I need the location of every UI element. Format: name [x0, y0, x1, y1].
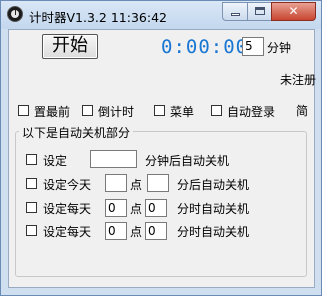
- maximize-button[interactable]: [247, 2, 272, 21]
- shutdown-daily-point-label: 点: [130, 202, 143, 216]
- clock-icon[interactable]: [7, 6, 23, 22]
- shutdown-today-hour-input[interactable]: [105, 174, 127, 192]
- shutdown-daily-suffix: 分时自动关机: [177, 202, 250, 216]
- shutdown-daily-2-label: 设定每天: [43, 225, 92, 239]
- auto-login-label: 自动登录: [227, 105, 276, 119]
- menu-checkbox[interactable]: [154, 105, 165, 116]
- shutdown-daily-2-point-label: 点: [130, 225, 143, 239]
- title-bar[interactable]: 计时器V1.3.2 11:36:42: [1, 1, 321, 29]
- countdown-label: 倒计时: [98, 105, 135, 119]
- language-link[interactable]: 简: [296, 102, 308, 119]
- shutdown-today-label: 设定今天: [43, 178, 92, 192]
- shutdown-today-point-label: 点: [130, 178, 143, 192]
- minimize-button[interactable]: [222, 2, 248, 21]
- topmost-checkbox[interactable]: [18, 105, 29, 116]
- timer-display: 0:00:00: [161, 36, 249, 58]
- close-button[interactable]: [271, 2, 316, 21]
- shutdown-daily-2-checkbox[interactable]: [26, 225, 37, 236]
- minutes-input[interactable]: 5: [242, 37, 264, 56]
- register-status[interactable]: 未注册: [280, 71, 316, 88]
- shutdown-daily-2-suffix: 分时自动关机: [177, 225, 250, 239]
- shutdown-group-title: 以下是自动关机部分: [19, 124, 134, 141]
- shutdown-daily-2-hour-input[interactable]: 0: [105, 222, 127, 240]
- client-area: 开始 0:00:00 5 分钟 未注册 置最前 倒计时 菜单 自动登录 简 以下…: [8, 29, 316, 288]
- minutes-unit-label: 分钟: [267, 41, 292, 55]
- shutdown-today-minute-input[interactable]: [147, 174, 169, 192]
- window-title: 计时器V1.3.2 11:36:42: [29, 10, 167, 25]
- shutdown-daily-checkbox[interactable]: [26, 202, 37, 213]
- topmost-label: 置最前: [34, 105, 71, 119]
- countdown-checkbox[interactable]: [82, 105, 93, 116]
- start-button[interactable]: 开始: [42, 34, 98, 59]
- shutdown-today-suffix: 分后自动关机: [177, 178, 250, 192]
- shutdown-daily-minute-input[interactable]: 0: [145, 199, 167, 217]
- shutdown-after-label: 设定: [43, 154, 68, 168]
- shutdown-daily-2-minute-input[interactable]: 0: [145, 222, 167, 240]
- shutdown-after-checkbox[interactable]: [26, 154, 37, 165]
- auto-login-checkbox[interactable]: [211, 105, 222, 116]
- shutdown-after-suffix: 分钟后自动关机: [145, 154, 230, 168]
- menu-label: 菜单: [170, 105, 195, 119]
- shutdown-today-checkbox[interactable]: [26, 178, 37, 189]
- app-window: 计时器V1.3.2 11:36:42 开始 0:00:00 5 分钟 未注册 置…: [0, 0, 322, 296]
- shutdown-daily-label: 设定每天: [43, 202, 92, 216]
- shutdown-after-minutes-input[interactable]: [90, 150, 137, 168]
- shutdown-daily-hour-input[interactable]: 0: [105, 199, 127, 217]
